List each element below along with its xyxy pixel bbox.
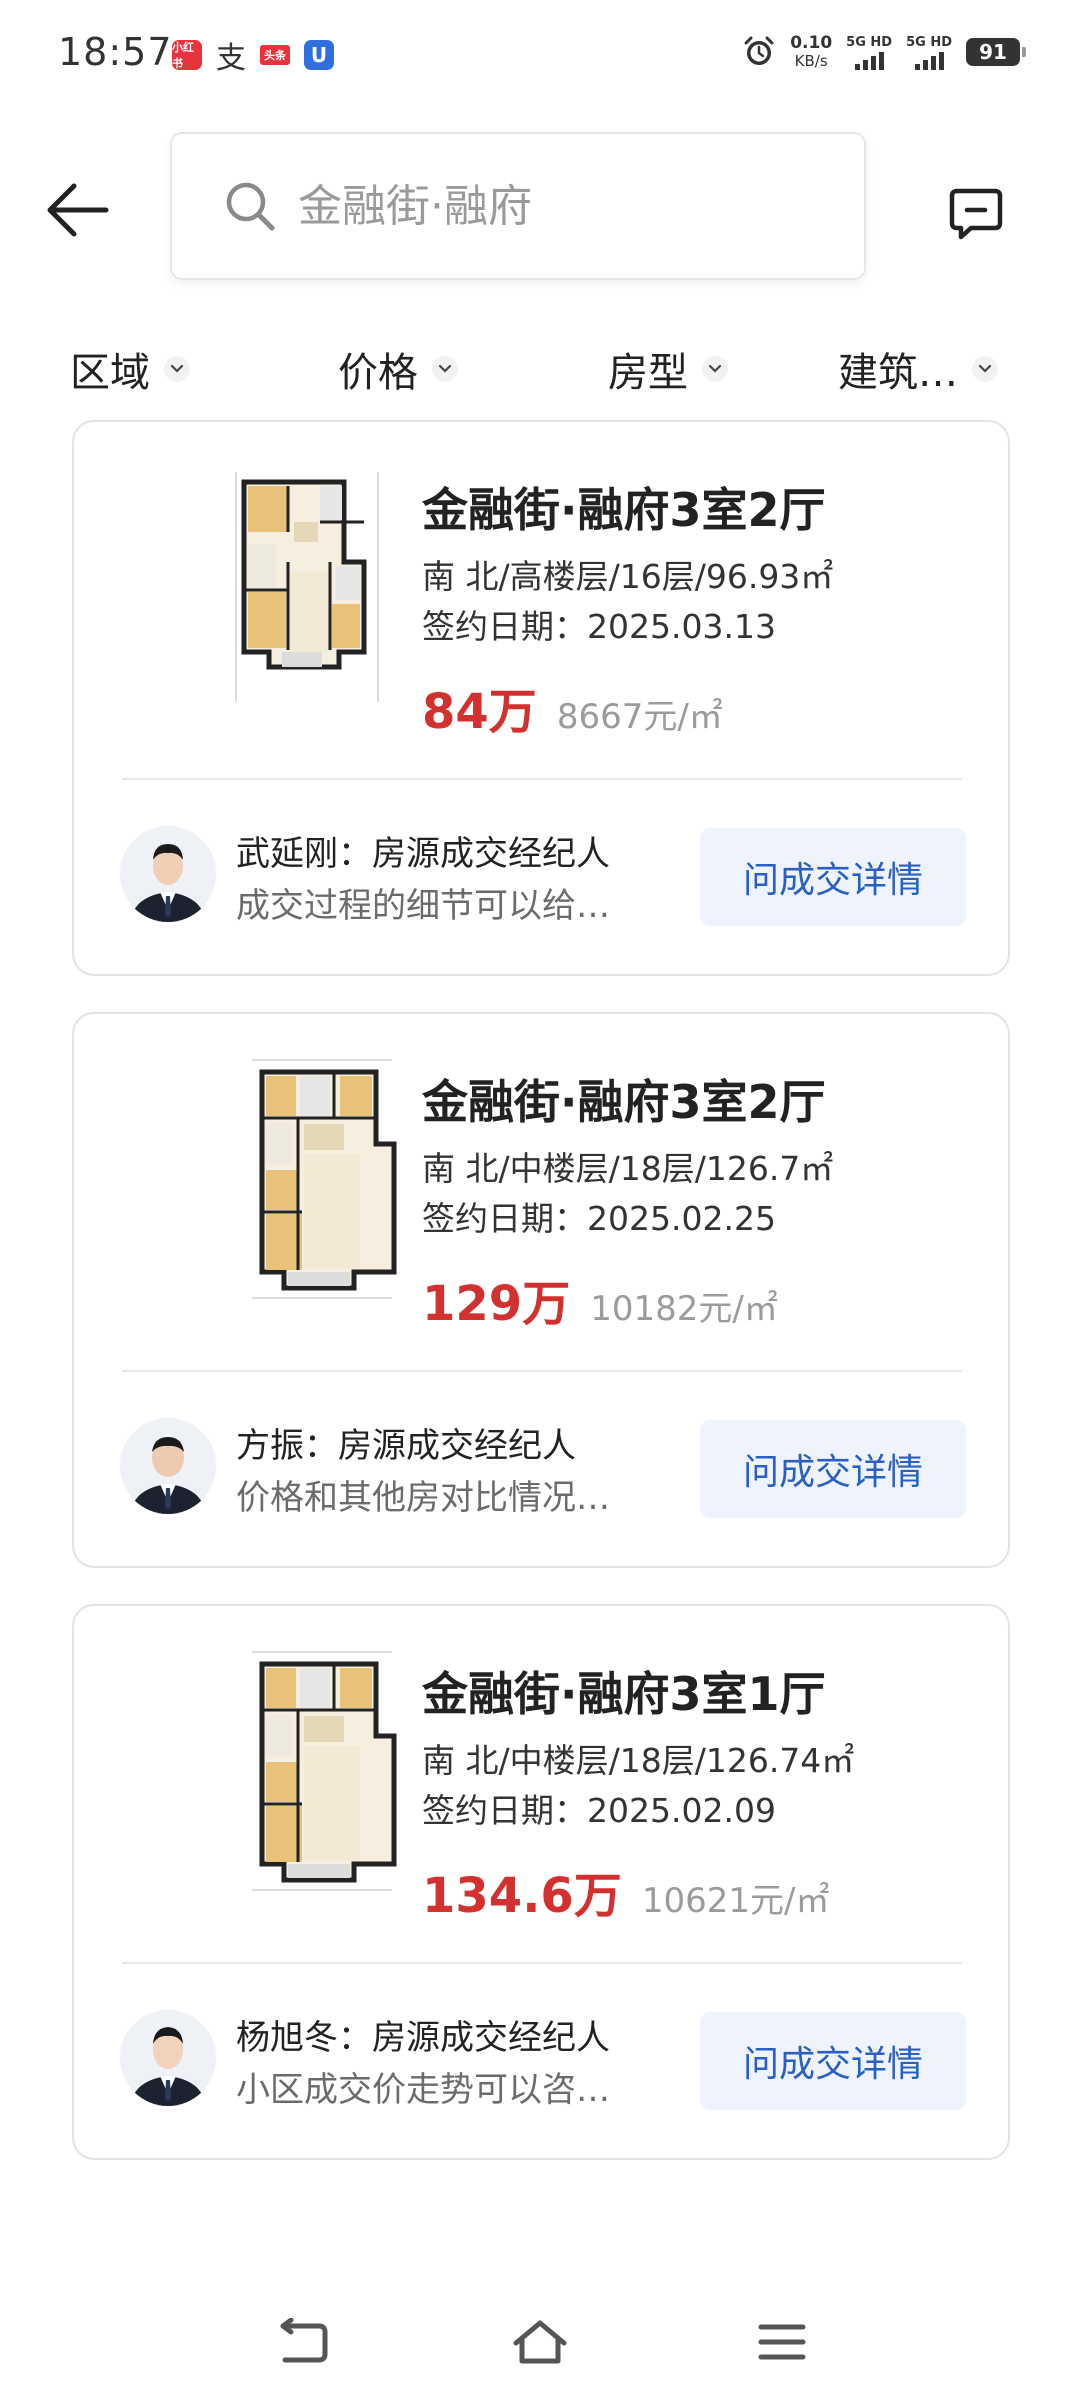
agent-avatar[interactable]	[120, 2010, 216, 2106]
listing-spec: 南 北/高楼层/16层/96.93㎡	[422, 557, 834, 596]
card-divider	[122, 1370, 962, 1372]
signal-bars-icon	[854, 51, 884, 70]
agent-name: 武延刚：房源成交经纪人	[236, 834, 610, 874]
filter-tab-building[interactable]: 建筑…	[838, 340, 998, 398]
status-right: 0.10 KB/s 5G HD 5G HD 91	[742, 34, 1026, 70]
signal-1-label: 5G HD	[846, 34, 893, 50]
person-avatar-icon	[120, 2010, 216, 2106]
price-total: 129万	[422, 1276, 571, 1332]
agent-avatar[interactable]	[120, 826, 216, 922]
filter-tab-price[interactable]: 价格	[338, 340, 458, 398]
search-box[interactable]	[170, 132, 866, 280]
card-divider	[122, 778, 962, 780]
chevron-down-icon	[702, 356, 728, 382]
back-button[interactable]	[40, 172, 116, 248]
agent-avatar[interactable]	[120, 1418, 216, 1514]
xiaohongshu-icon: 小红书	[172, 40, 202, 70]
filter-tab-layout[interactable]: 房型	[608, 340, 728, 398]
message-button[interactable]	[940, 178, 1012, 250]
chevron-down-icon	[164, 356, 190, 382]
system-nav-bar	[0, 2290, 1080, 2390]
agent-note: 成交过程的细节可以给…	[236, 886, 610, 926]
listing-card[interactable]: 金融街·融府3室2厅 南 北/中楼层/18层/126.7㎡ 签约日期：2025.…	[72, 1012, 1010, 1568]
listing-card[interactable]: 金融街·融府3室1厅 南 北/中楼层/18层/126.74㎡ 签约日期：2025…	[72, 1604, 1010, 2160]
chevron-down-icon	[432, 356, 458, 382]
listing-title: 金融街·融府3室1厅	[422, 1667, 826, 1721]
blue-app-icon: U	[304, 40, 334, 70]
listing-title: 金融街·融府3室2厅	[422, 483, 826, 537]
search-icon	[226, 182, 275, 231]
nav-menu-button[interactable]	[750, 2310, 814, 2374]
signal-2: 5G HD	[906, 35, 952, 70]
nav-home-button[interactable]	[508, 2310, 572, 2374]
listing-title: 金融街·融府3室2厅	[422, 1075, 826, 1129]
alarm-icon	[744, 36, 774, 65]
toutiao-icon: 头条	[260, 45, 290, 65]
net-speed-unit: KB/s	[794, 52, 828, 70]
filter-tab-label: 房型	[608, 350, 688, 396]
listing-price: 134.6万 10621元/㎡	[422, 1856, 829, 1926]
status-bar: 18:57 小红书 支 头条 U 0.10 KB/s 5G HD 5G HD 9…	[0, 0, 1080, 110]
arrow-left-icon	[47, 183, 109, 237]
chevron-down-icon	[972, 356, 998, 382]
floorplan-image	[164, 452, 424, 722]
filter-tab-area[interactable]: 区域	[70, 340, 190, 398]
status-app-icons: 小红书 支 头条 U	[172, 40, 334, 76]
listing-card[interactable]: 金融街·融府3室2厅 南 北/高楼层/16层/96.93㎡ 签约日期：2025.…	[72, 420, 1010, 976]
net-speed: 0.10 KB/s	[790, 34, 832, 70]
filter-tab-label: 区域	[70, 350, 150, 396]
chat-bubble-icon	[949, 188, 1003, 240]
alipay-icon: 支	[216, 41, 246, 76]
agent-name: 方振：房源成交经纪人	[236, 1426, 576, 1466]
signal-1: 5G HD	[846, 35, 892, 70]
listing-sign-date: 签约日期：2025.02.25	[422, 1199, 776, 1238]
listing-spec: 南 北/中楼层/18层/126.74㎡	[422, 1741, 855, 1780]
price-total: 134.6万	[422, 1868, 622, 1924]
person-avatar-icon	[120, 1418, 216, 1514]
listing-price: 84万 8667元/㎡	[422, 672, 723, 742]
status-time: 18:57	[58, 30, 173, 74]
ask-deal-details-button[interactable]: 问成交详情	[700, 2012, 966, 2110]
price-per-sqm: 8667元/㎡	[556, 697, 723, 737]
signal-2-label: 5G HD	[906, 34, 952, 50]
battery-icon: 91	[966, 38, 1026, 66]
card-divider	[122, 1962, 962, 1964]
home-icon	[513, 2320, 567, 2364]
price-per-sqm: 10182元/㎡	[590, 1289, 778, 1329]
search-input[interactable]	[296, 179, 840, 233]
price-total: 84万	[422, 684, 537, 740]
ask-deal-details-button[interactable]: 问成交详情	[700, 828, 966, 926]
person-avatar-icon	[120, 826, 216, 922]
nav-back-button[interactable]	[270, 2310, 334, 2374]
floorplan-image	[164, 1636, 424, 1906]
filter-tab-label: 建筑…	[838, 350, 958, 396]
signal-bars-icon	[914, 51, 944, 70]
price-per-sqm: 10621元/㎡	[641, 1881, 830, 1921]
agent-note: 小区成交价走势可以咨…	[236, 2070, 610, 2110]
agent-note: 价格和其他房对比情况…	[236, 1478, 610, 1518]
agent-name: 杨旭冬：房源成交经纪人	[236, 2018, 610, 2058]
filter-tab-label: 价格	[338, 350, 418, 396]
listing-price: 129万 10182元/㎡	[422, 1264, 778, 1334]
listing-sign-date: 签约日期：2025.02.09	[422, 1791, 776, 1830]
net-speed-value: 0.10	[790, 33, 833, 53]
listing-sign-date: 签约日期：2025.03.13	[422, 607, 776, 646]
menu-icon	[758, 2324, 806, 2360]
floorplan-image	[164, 1044, 424, 1314]
listing-spec: 南 北/中楼层/18层/126.7㎡	[422, 1149, 834, 1188]
ask-deal-details-button[interactable]: 问成交详情	[700, 1420, 966, 1518]
filter-bar: 区域 价格 房型 建筑…	[0, 340, 1080, 410]
return-icon	[280, 2318, 328, 2363]
